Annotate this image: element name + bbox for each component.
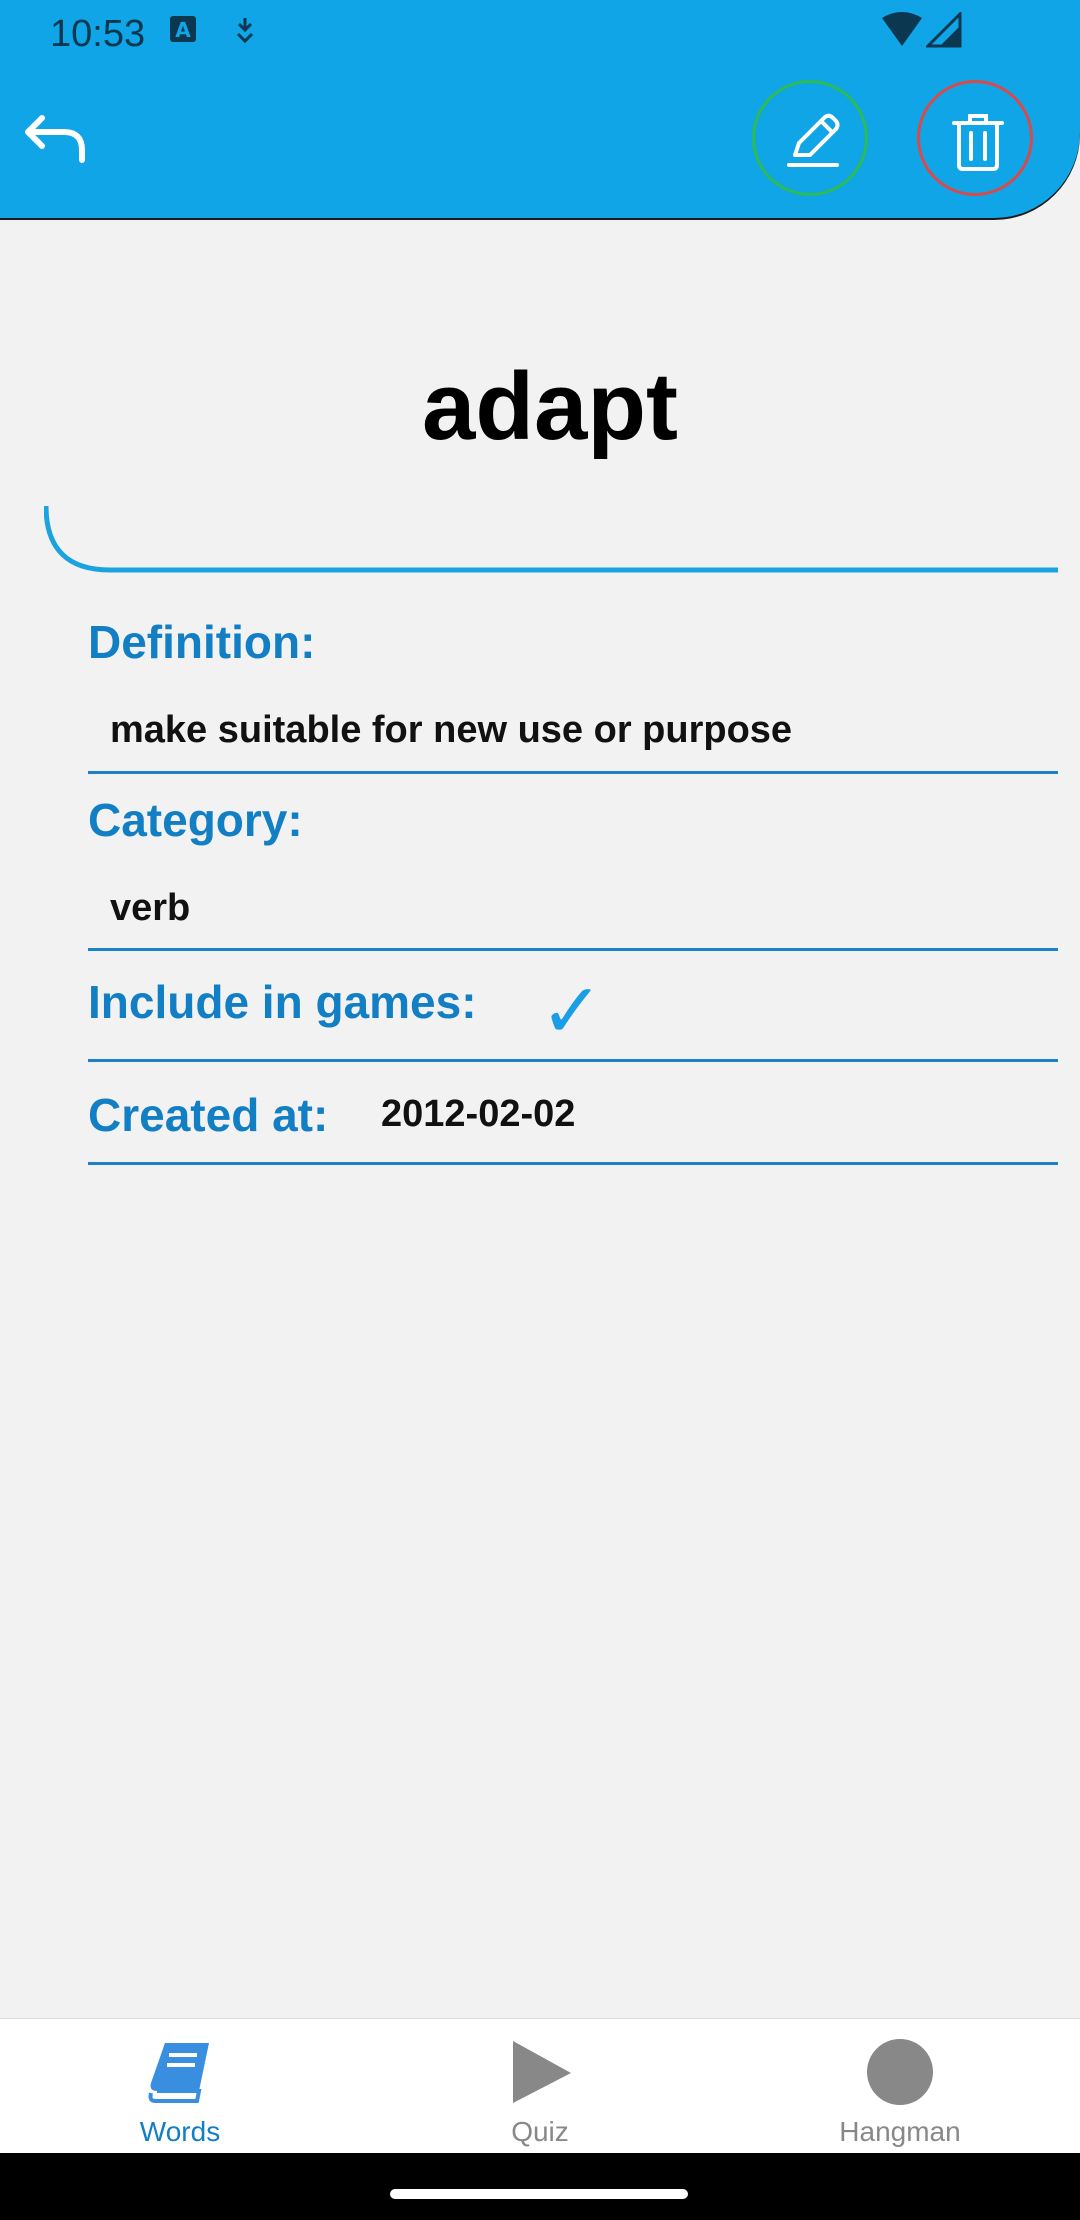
word-title: adapt (421, 353, 679, 460)
system-navigation-bar (0, 2153, 1080, 2220)
checkmark-icon: ✓ (540, 966, 604, 1055)
definition-value: make suitable for new use or purpose (110, 709, 793, 751)
trash-icon (952, 114, 1004, 171)
text-a-icon: A (168, 14, 198, 49)
edit-button[interactable] (752, 80, 868, 196)
definition-divider (88, 771, 1058, 774)
wifi-icon (880, 12, 924, 53)
nav-label-hangman: Hangman (839, 2116, 961, 2147)
category-divider (88, 948, 1058, 951)
nav-item-hangman[interactable]: Hangman (720, 2019, 1080, 2154)
nav-label-words: Words (139, 2116, 221, 2147)
status-time: 10:53 (50, 13, 146, 55)
play-icon (513, 2041, 571, 2103)
created-label: Created at: (88, 1089, 329, 1141)
svg-text:A: A (175, 18, 191, 42)
bottom-navigation: Words Quiz Hangman (0, 2018, 1080, 2154)
nav-item-quiz[interactable]: Quiz (360, 2019, 720, 2154)
created-divider (88, 1162, 1058, 1165)
category-value: verb (110, 887, 191, 929)
title-divider (44, 506, 1058, 573)
delete-button[interactable] (917, 80, 1033, 196)
circle-icon (867, 2039, 933, 2105)
pencil-icon (787, 113, 840, 167)
home-gesture-handle[interactable] (390, 2189, 688, 2199)
app-header: 10:53 A (0, 0, 1080, 218)
book-icon (148, 2043, 209, 2103)
category-label: Category: (88, 794, 303, 846)
nav-item-words[interactable]: Words (0, 2019, 360, 2154)
signal-icon (924, 10, 962, 53)
back-arrow-icon (25, 115, 85, 163)
created-value: 2012-02-02 (381, 1093, 576, 1135)
games-divider (88, 1059, 1058, 1062)
back-button[interactable] (20, 100, 92, 172)
data-saver-icon (230, 14, 260, 49)
definition-label: Definition: (88, 616, 316, 668)
games-label: Include in games: (88, 976, 477, 1028)
nav-label-quiz: Quiz (511, 2116, 569, 2147)
